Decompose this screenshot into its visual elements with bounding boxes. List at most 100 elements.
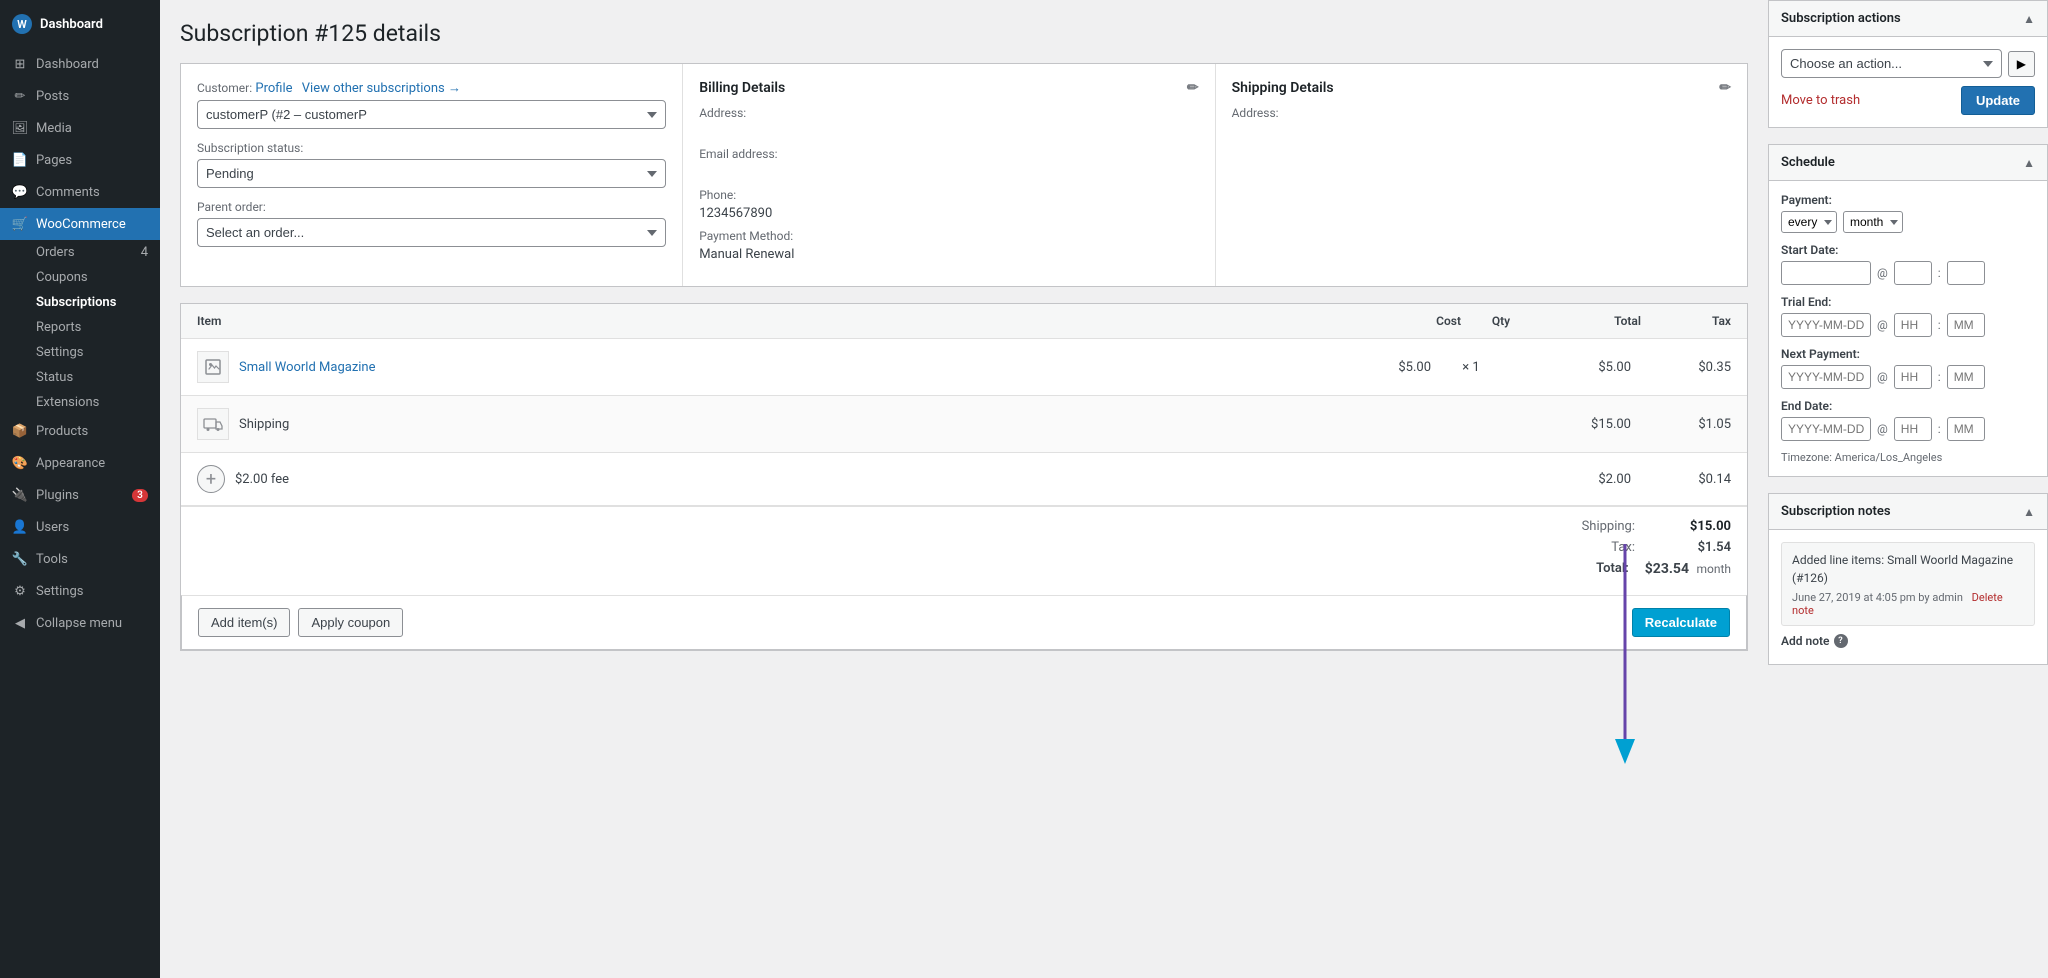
sidebar-item-label: WooCommerce — [36, 217, 126, 232]
shipping-icon — [197, 408, 229, 440]
action-row: Choose an action... ▶ — [1781, 49, 2035, 78]
shipping-total-label: Shipping: — [1555, 519, 1635, 534]
pages-icon: 📄 — [12, 152, 28, 168]
view-other-subscriptions-link[interactable]: View other subscriptions → — [302, 81, 461, 96]
item-total: $5.00 — [1511, 360, 1631, 375]
notes-toggle[interactable]: ▲ — [2023, 505, 2035, 519]
schedule-toggle[interactable]: ▲ — [2023, 156, 2035, 170]
sidebar-item-settings[interactable]: Settings — [0, 340, 160, 365]
grand-total-label: Total: — [1549, 561, 1629, 577]
sidebar-item-settings2[interactable]: ⚙ Settings — [0, 575, 160, 607]
sidebar-item-coupons[interactable]: Coupons — [0, 265, 160, 290]
sidebar-item-tools[interactable]: 🔧 Tools — [0, 543, 160, 575]
sidebar-item-appearance[interactable]: 🎨 Appearance — [0, 447, 160, 479]
sidebar-item-users[interactable]: 👤 Users — [0, 511, 160, 543]
next-date-input[interactable] — [1781, 365, 1871, 389]
move-to-trash-link[interactable]: Move to trash — [1781, 93, 1860, 108]
sidebar-item-comments[interactable]: 💬 Comments — [0, 176, 160, 208]
posts-icon: ✏ — [12, 88, 28, 104]
sidebar-item-collapse[interactable]: ◀ Collapse menu — [0, 607, 160, 639]
tools-icon: 🔧 — [12, 551, 28, 567]
start-date-input[interactable]: 2019-06-27 — [1781, 261, 1871, 285]
subscriptions-label: Subscriptions — [36, 295, 116, 310]
billing-phone-value: 1234567890 — [699, 206, 1198, 221]
period-select[interactable]: month — [1843, 211, 1903, 233]
action-select[interactable]: Choose an action... — [1781, 49, 2002, 78]
product-link[interactable]: Small Woorld Magazine — [239, 360, 376, 375]
trial-hour-input[interactable] — [1894, 313, 1932, 337]
sidebar-item-reports[interactable]: Reports — [0, 315, 160, 340]
end-minute-input[interactable] — [1947, 417, 1985, 441]
end-date-inputs: @ : — [1781, 417, 2035, 441]
sidebar-item-subscriptions[interactable]: Subscriptions — [0, 290, 160, 315]
billing-phone-label: Phone: — [699, 188, 1198, 202]
end-hour-input[interactable] — [1894, 417, 1932, 441]
update-button[interactable]: Update — [1961, 86, 2035, 115]
parent-order-select[interactable]: Select an order... — [197, 218, 666, 247]
sidebar-item-plugins[interactable]: 🔌 Plugins 3 — [0, 479, 160, 511]
parent-order-row: Parent order: Select an order... — [197, 200, 666, 247]
action-submit-button[interactable]: ▶ — [2008, 51, 2035, 77]
sidebar-item-label: Media — [36, 121, 72, 136]
items-container: Item Cost Qty Total Tax Small Woorld Mag… — [180, 303, 1748, 651]
start-hour-input[interactable]: 08 — [1894, 261, 1932, 285]
sidebar-logo[interactable]: W Dashboard — [0, 0, 160, 48]
fee-label: $2.00 fee — [235, 472, 289, 487]
shipping-row: Shipping $15.00 $1.05 — [181, 396, 1747, 453]
subscription-actions-toggle[interactable]: ▲ — [2023, 12, 2035, 26]
sidebar-item-label: Plugins — [36, 488, 79, 503]
orders-badge: 4 — [141, 245, 148, 260]
add-note-label: Add note ? — [1781, 634, 2035, 648]
start-minute-input[interactable]: 47 — [1947, 261, 1985, 285]
shipping-edit-icon[interactable]: ✏ — [1719, 80, 1731, 96]
grand-total-value: $23.54 month — [1645, 561, 1731, 577]
next-minute-input[interactable] — [1947, 365, 1985, 389]
fee-total: $2.00 — [1511, 472, 1631, 487]
col-tax-header: Tax — [1641, 314, 1731, 328]
sidebar-item-extensions[interactable]: Extensions — [0, 390, 160, 415]
sidebar-item-posts[interactable]: ✏ Posts — [0, 80, 160, 112]
notes-body: Added line items: Small Woorld Magazine … — [1769, 530, 2047, 664]
status-label: Subscription status: — [197, 141, 666, 155]
profile-link[interactable]: Profile — [255, 81, 292, 96]
sidebar-item-status[interactable]: Status — [0, 365, 160, 390]
shipping-title: Shipping Details ✏ — [1232, 80, 1731, 96]
sidebar-item-label: Tools — [36, 552, 68, 567]
timezone-label: Timezone: America/Los_Angeles — [1781, 451, 2035, 464]
status-select[interactable]: Pending — [197, 159, 666, 188]
apply-coupon-button[interactable]: Apply coupon — [298, 608, 403, 637]
item-thumbnail — [197, 351, 229, 383]
plugins-badge: 3 — [132, 489, 148, 502]
sidebar-logo-label: Dashboard — [40, 17, 103, 32]
col-cost-header: Cost — [1361, 314, 1461, 328]
right-sidebar: Subscription actions ▲ Choose an action.… — [1768, 0, 2048, 978]
sidebar-item-orders[interactable]: Orders 4 — [0, 240, 160, 265]
billing-address-label: Address: — [699, 106, 1198, 120]
add-items-button[interactable]: Add item(s) — [198, 608, 290, 637]
item-cost: $5.00 — [1311, 360, 1431, 375]
next-hour-input[interactable] — [1894, 365, 1932, 389]
woocommerce-icon: 🛒 — [12, 216, 28, 232]
sidebar-item-label: Appearance — [36, 456, 105, 471]
start-colon: : — [1938, 266, 1941, 280]
customer-select[interactable]: customerP (#2 – customerP — [197, 100, 666, 129]
recalculate-button[interactable]: Recalculate — [1632, 608, 1730, 637]
trial-minute-input[interactable] — [1947, 313, 1985, 337]
customer-row: Customer: Profile View other subscriptio… — [197, 80, 666, 129]
payment-schedule-label: Payment: — [1781, 193, 2035, 207]
every-select[interactable]: every — [1781, 211, 1837, 233]
media-icon: 🖼 — [12, 120, 28, 136]
bottom-actions: Add item(s) Apply coupon Recalculate — [181, 595, 1747, 650]
end-date-input[interactable] — [1781, 417, 1871, 441]
billing-edit-icon[interactable]: ✏ — [1187, 80, 1199, 96]
sidebar-item-media[interactable]: 🖼 Media — [0, 112, 160, 144]
subscription-actions-box: Subscription actions ▲ Choose an action.… — [1768, 0, 2048, 128]
sidebar-item-pages[interactable]: 📄 Pages — [0, 144, 160, 176]
next-payment-inputs: @ : — [1781, 365, 2035, 389]
sidebar-item-woocommerce[interactable]: 🛒 WooCommerce — [0, 208, 160, 240]
trial-date-input[interactable] — [1781, 313, 1871, 337]
sidebar-item-dashboard[interactable]: ⊞ Dashboard — [0, 48, 160, 80]
users-icon: 👤 — [12, 519, 28, 535]
payment-method-label: Payment Method: — [699, 229, 1198, 243]
sidebar-item-products[interactable]: 📦 Products — [0, 415, 160, 447]
